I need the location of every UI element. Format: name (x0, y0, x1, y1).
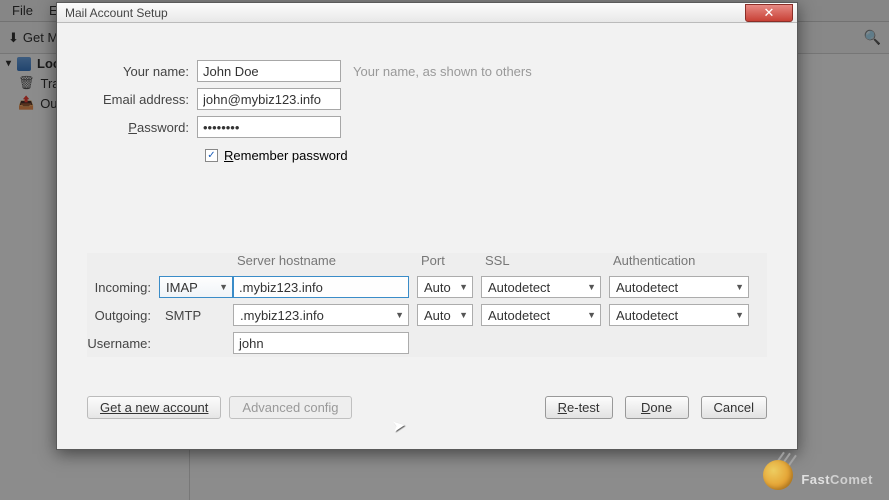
incoming-host-value: .mybiz123.info (239, 280, 323, 295)
cancel-button[interactable]: Cancel (701, 396, 767, 419)
name-label: Your name: (87, 64, 197, 79)
incoming-auth-select[interactable]: Autodetect ▼ (609, 276, 749, 298)
server-config: Server hostname Port SSL Authentication … (87, 253, 767, 357)
password-input[interactable] (197, 116, 341, 138)
incoming-ssl-select[interactable]: Autodetect ▼ (481, 276, 601, 298)
chevron-down-icon: ▼ (459, 310, 468, 320)
outgoing-port-select[interactable]: Auto ▼ (417, 304, 473, 326)
email-input[interactable] (197, 88, 341, 110)
header-ssl: SSL (481, 253, 609, 273)
dialog-title: Mail Account Setup (65, 6, 168, 20)
outgoing-ssl-value: Autodetect (488, 308, 550, 323)
retest-button[interactable]: Re-test (545, 396, 613, 419)
outgoing-ssl-select[interactable]: Autodetect ▼ (481, 304, 601, 326)
chevron-down-icon: ▼ (219, 282, 228, 292)
done-button[interactable]: Done (625, 396, 689, 419)
outgoing-auth-value: Autodetect (616, 308, 678, 323)
name-input[interactable] (197, 60, 341, 82)
outgoing-row: Outgoing: SMTP .mybiz123.info ▼ Auto ▼ (87, 301, 767, 329)
incoming-protocol-value: IMAP (166, 280, 198, 295)
outgoing-protocol: SMTP (159, 308, 201, 323)
mail-account-setup-dialog: Mail Account Setup ✕ Your name: Your nam… (56, 2, 798, 450)
close-icon: ✕ (764, 5, 775, 21)
chevron-down-icon: ▼ (459, 282, 468, 292)
close-button[interactable]: ✕ (745, 4, 793, 22)
incoming-row: Incoming: IMAP ▼ .mybiz123.info Auto ▼ (87, 273, 767, 301)
email-label: Email address: (87, 92, 197, 107)
username-row: Username: john (87, 329, 767, 357)
advanced-config-button: Advanced config (229, 396, 351, 419)
header-hostname: Server hostname (233, 253, 417, 273)
chevron-down-icon: ▼ (735, 282, 744, 292)
chevron-down-icon: ▼ (587, 310, 596, 320)
incoming-auth-value: Autodetect (616, 280, 678, 295)
button-row: Get a new account Advanced config Re-tes… (87, 396, 767, 419)
incoming-host-input[interactable]: .mybiz123.info (233, 276, 409, 298)
username-label: Username: (87, 336, 159, 351)
outgoing-port-value: Auto (424, 308, 451, 323)
remember-password-checkbox[interactable]: ✓ (205, 149, 218, 162)
titlebar: Mail Account Setup ✕ (57, 3, 797, 23)
username-input[interactable]: john (233, 332, 409, 354)
header-auth: Authentication (609, 253, 749, 273)
outgoing-host-value: .mybiz123.info (240, 308, 324, 323)
incoming-protocol-select[interactable]: IMAP ▼ (159, 276, 233, 298)
outgoing-auth-select[interactable]: Autodetect ▼ (609, 304, 749, 326)
incoming-port-select[interactable]: Auto ▼ (417, 276, 473, 298)
account-form: Your name: Your name, as shown to others… (87, 59, 767, 167)
name-help: Your name, as shown to others (353, 64, 532, 79)
remember-password-label[interactable]: Remember password (224, 148, 348, 163)
header-port: Port (417, 253, 481, 273)
chevron-down-icon: ▼ (395, 310, 404, 320)
incoming-ssl-value: Autodetect (488, 280, 550, 295)
incoming-label: Incoming: (87, 280, 159, 295)
chevron-down-icon: ▼ (735, 310, 744, 320)
config-headers: Server hostname Port SSL Authentication (87, 253, 767, 273)
get-new-account-button[interactable]: Get a new account (87, 396, 221, 419)
incoming-port-value: Auto (424, 280, 451, 295)
username-value: john (239, 336, 264, 351)
chevron-down-icon: ▼ (587, 282, 596, 292)
outgoing-label: Outgoing: (87, 308, 159, 323)
outgoing-host-select[interactable]: .mybiz123.info ▼ (233, 304, 409, 326)
password-label: Password: (87, 120, 197, 135)
dialog-body: Your name: Your name, as shown to others… (87, 23, 767, 449)
